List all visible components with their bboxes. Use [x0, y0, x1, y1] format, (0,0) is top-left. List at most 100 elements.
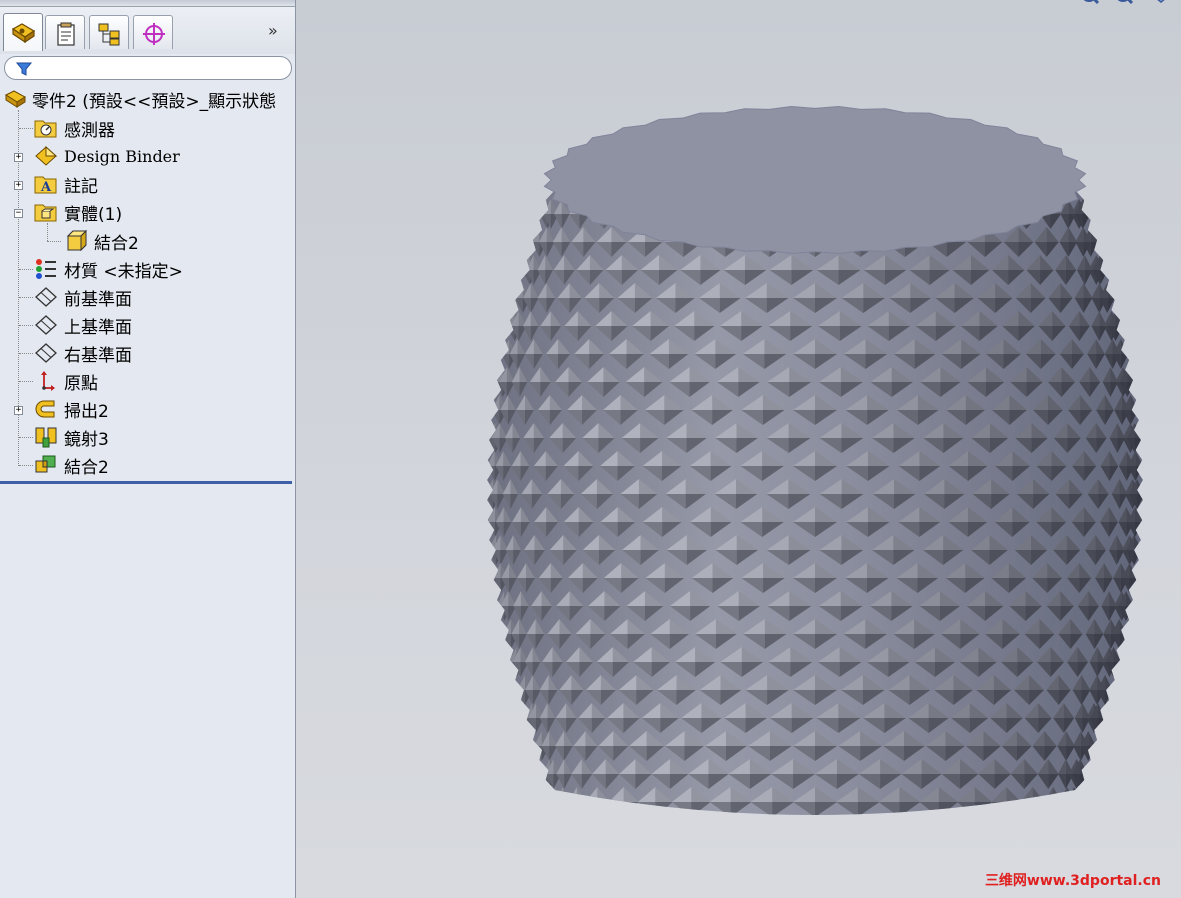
filter-icon	[15, 62, 33, 76]
tree-item-front-plane[interactable]: 前基準面	[34, 284, 132, 310]
knurl-facet	[585, 802, 598, 815]
tree-connector-line	[19, 297, 33, 298]
tree-item-solid-bodies[interactable]: 實體(1)	[34, 199, 122, 225]
tree-item-sweep[interactable]: 掃出2	[34, 396, 109, 422]
knurl-facet	[501, 339, 510, 354]
plane-icon	[35, 315, 57, 335]
tab-feature-manager[interactable]	[3, 13, 43, 51]
tree-item-label: 感測器	[64, 120, 115, 141]
knurl-facet	[1100, 255, 1108, 270]
knurl-facet	[1119, 634, 1127, 649]
tree-item-solid-body[interactable]: 結合2	[64, 228, 139, 254]
feature-manager-panel: » 零件2 (預設<<預設>_顯示狀態 感測器 + Design Binder …	[0, 0, 296, 898]
tree-item-combine[interactable]: 結合2	[34, 452, 109, 478]
knurl-facet	[503, 634, 511, 649]
annotations-folder-icon: A	[34, 176, 57, 195]
tree-item-sensors[interactable]: 感測器	[34, 115, 115, 141]
tree-item-annotations[interactable]: A 註記	[34, 171, 98, 197]
tree-item-label: 上基準面	[64, 317, 132, 338]
tree-item-label: 結合2	[94, 233, 139, 254]
tab-property-manager[interactable]	[45, 15, 85, 49]
tree-item-label: 結合2	[64, 457, 109, 478]
tree-connector-line	[19, 381, 33, 382]
knurl-facet	[1067, 802, 1075, 815]
tree-collapse-toggle[interactable]: −	[14, 209, 23, 218]
tab-dimxpert-manager[interactable]	[133, 15, 173, 49]
manager-tab-bar: »	[0, 0, 295, 54]
knurl-facet	[1066, 802, 1075, 815]
tree-connector-line	[47, 223, 48, 241]
sensors-folder-icon	[34, 120, 57, 138]
knurl-facet	[1006, 802, 1022, 815]
knurl-facet	[1032, 802, 1045, 815]
tree-connector-line	[19, 128, 33, 129]
sweep-feature-icon	[35, 400, 55, 418]
knurl-facet	[576, 802, 586, 815]
tree-connector-line	[19, 465, 33, 466]
knurl-facet	[487, 522, 495, 537]
barrel-top-face	[543, 105, 1087, 255]
knurl-facet	[539, 199, 548, 214]
tree-connector-line	[47, 241, 61, 242]
part-icon	[4, 90, 26, 108]
knurl-facet	[938, 802, 959, 815]
tree-item-mirror[interactable]: 鏡射3	[34, 424, 109, 450]
graphics-viewport[interactable]: 三维网www.3dportal.cn	[296, 0, 1181, 898]
knurl-facet	[637, 802, 656, 815]
tree-item-material[interactable]: 材質 <未指定>	[34, 256, 183, 282]
knurl-facet	[1044, 802, 1054, 815]
plane-icon	[35, 343, 57, 363]
tree-item-right-plane[interactable]: 右基準面	[34, 340, 132, 366]
knurl-facet	[515, 283, 523, 298]
tree-item-label: 掃出2	[64, 401, 109, 422]
material-icon	[36, 259, 56, 279]
solid-body-icon	[66, 229, 88, 252]
tree-item-label: 實體(1)	[64, 204, 123, 225]
tree-item-design-binder[interactable]: Design Binder	[34, 143, 180, 169]
tree-expand-toggle[interactable]: +	[14, 406, 23, 415]
knurl-facet	[491, 395, 500, 410]
tree-connector-line	[19, 437, 33, 438]
tree-item-label: 註記	[64, 176, 98, 197]
tree-expand-toggle[interactable]: +	[14, 153, 23, 162]
knurl-facet	[522, 255, 530, 270]
origin-icon	[41, 371, 55, 391]
panel-top-border	[0, 0, 295, 7]
knurl-facet	[1127, 367, 1136, 382]
knurl-facet	[568, 802, 577, 815]
tree-item-origin[interactable]: 原點	[34, 368, 98, 394]
knurl-facet	[991, 802, 1007, 815]
knurl-facet	[655, 802, 673, 815]
tree-end-rollback-bar[interactable]	[0, 481, 292, 484]
tree-connector-line	[19, 353, 33, 354]
knurl-facet	[957, 802, 975, 815]
feature-manager-icon	[11, 23, 36, 44]
knurl-facet	[1053, 802, 1062, 815]
knurl-facet	[623, 802, 639, 815]
tree-root-part[interactable]: 零件2 (預設<<預設>_顯示狀態	[4, 86, 276, 112]
tree-item-top-plane[interactable]: 上基準面	[34, 312, 132, 338]
tree-root-label: 零件2 (預設<<預設>_顯示狀態	[32, 91, 277, 112]
knurl-facet	[1080, 774, 1088, 789]
solid-bodies-folder-icon	[34, 204, 57, 222]
tree-item-label: 鏡射3	[64, 429, 109, 450]
knurl-facet	[608, 802, 624, 815]
tree-item-label: 右基準面	[64, 345, 132, 366]
knurl-facet	[555, 802, 564, 815]
knurled-barrel-model[interactable]	[296, 0, 1181, 898]
tree-filter-input[interactable]	[4, 56, 292, 80]
mirror-feature-icon	[35, 427, 57, 448]
knurl-facet	[562, 802, 571, 815]
tab-configuration-manager[interactable]	[89, 15, 129, 49]
property-manager-icon	[57, 22, 75, 46]
knurl-facet	[1059, 802, 1068, 815]
knurl-facet	[1074, 802, 1082, 815]
plane-icon	[35, 287, 57, 307]
tree-expand-toggle[interactable]: +	[14, 181, 23, 190]
knurl-facet	[548, 802, 556, 815]
combine-feature-icon	[35, 455, 56, 473]
knurl-facet	[531, 227, 540, 242]
knurl-facet	[1129, 578, 1138, 593]
dimxpert-manager-icon	[143, 23, 165, 45]
tab-overflow-chevron-icon[interactable]: »	[268, 21, 278, 40]
